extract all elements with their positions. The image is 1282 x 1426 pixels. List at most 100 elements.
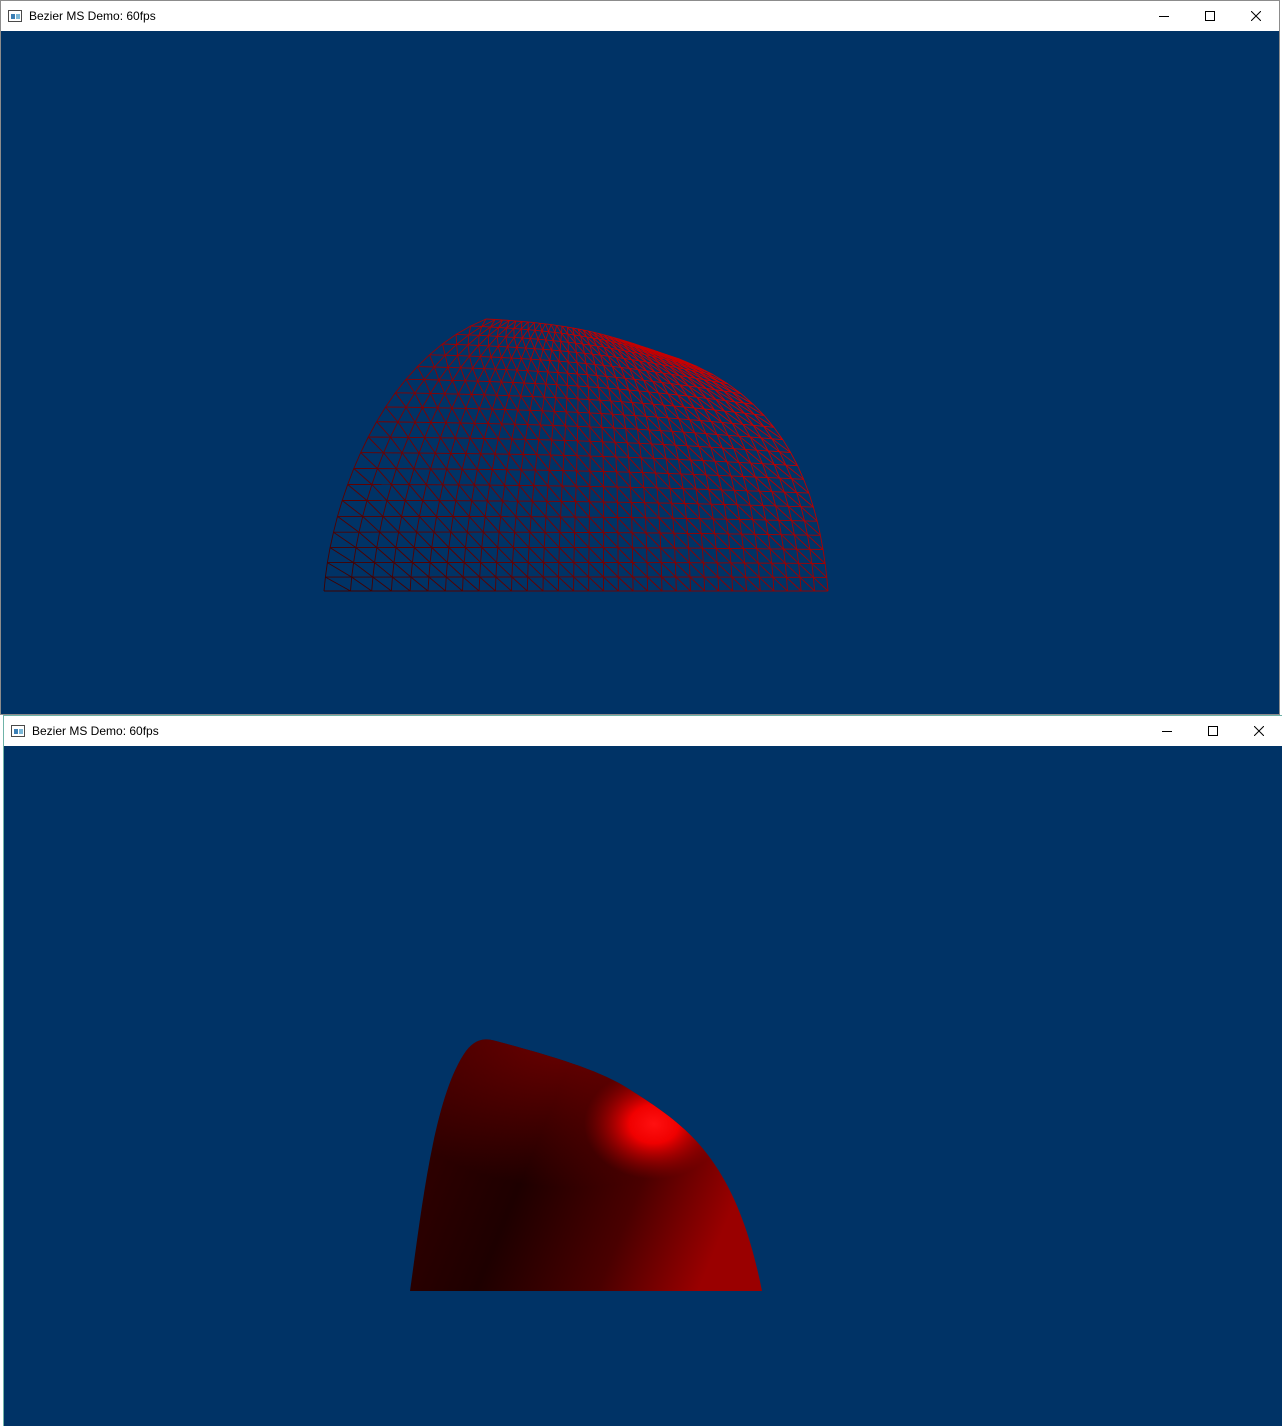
wire-edge	[360, 452, 378, 469]
wire-edge	[685, 518, 689, 534]
wire-edge	[496, 394, 506, 410]
wire-edge	[497, 423, 503, 439]
wireframe-window: Bezier MS Demo: 60fps	[0, 0, 1280, 715]
wire-edge	[567, 372, 579, 387]
wire-edge	[465, 453, 478, 470]
wire-edge	[461, 468, 475, 486]
wire-edge	[527, 322, 535, 330]
wire-edge	[515, 516, 531, 533]
title-bar[interactable]: Bezier MS Demo: 60fps	[4, 716, 1282, 746]
close-button[interactable]	[1233, 1, 1279, 31]
wire-edge	[489, 368, 496, 382]
wire-edge	[762, 463, 775, 465]
wire-edge	[556, 384, 568, 399]
wire-edge	[538, 439, 551, 456]
wire-edge	[734, 411, 744, 425]
close-button[interactable]	[1236, 716, 1282, 746]
wire-edge	[515, 501, 518, 517]
wire-edge	[374, 547, 378, 563]
wire-edge	[617, 517, 633, 534]
wire-edge	[496, 381, 502, 396]
wire-edge	[538, 424, 541, 440]
wire-edge	[771, 438, 791, 453]
wire-edge	[422, 393, 431, 408]
wire-edge	[741, 534, 744, 549]
wire-edge	[671, 430, 684, 433]
render-viewport[interactable]	[1, 31, 1279, 714]
wire-edge	[799, 576, 815, 592]
wire-edge	[376, 406, 386, 422]
wire-edge	[542, 410, 555, 412]
wire-edge	[520, 382, 525, 397]
wire-edge	[413, 468, 427, 485]
wire-edge	[447, 367, 453, 381]
wire-edge	[480, 562, 497, 578]
wire-edge	[549, 349, 553, 361]
minimize-button[interactable]	[1144, 716, 1190, 746]
wire-edge	[514, 409, 519, 425]
app-icon[interactable]	[8, 10, 22, 22]
wire-edge	[486, 485, 491, 501]
wire-edge	[729, 548, 745, 564]
wire-edge	[372, 562, 376, 578]
app-icon[interactable]	[11, 725, 25, 737]
wire-edge	[483, 423, 489, 439]
wire-edge	[656, 487, 659, 504]
wire-edge	[523, 370, 528, 384]
wire-edge	[455, 500, 470, 517]
wire-edge	[674, 562, 691, 578]
wire-edge	[545, 371, 549, 385]
render-viewport[interactable]	[4, 746, 1282, 1426]
wire-edge	[458, 469, 463, 485]
wire-edge	[351, 562, 355, 578]
wire-edge	[390, 468, 397, 485]
wire-edge	[601, 413, 613, 415]
wire-edge	[446, 453, 452, 470]
wire-edge	[445, 576, 463, 592]
maximize-button[interactable]	[1190, 716, 1236, 746]
wire-edge	[471, 394, 480, 410]
wire-edge	[547, 371, 558, 373]
wire-edge	[531, 485, 535, 502]
wire-edge	[395, 452, 403, 469]
wire-edge	[482, 516, 486, 533]
wire-edge	[539, 349, 544, 360]
wireframe-bezier-surface	[323, 318, 829, 592]
wire-edge	[757, 563, 760, 578]
wire-edge	[760, 437, 780, 453]
window-title: Bezier MS Demo: 60fps	[32, 724, 159, 738]
wire-edge	[755, 476, 768, 479]
wire-edge	[552, 425, 566, 441]
wire-edge	[629, 472, 631, 488]
wire-edge	[447, 562, 464, 578]
wire-edge	[552, 411, 555, 426]
wire-edge	[613, 427, 628, 444]
wire-edge	[542, 349, 551, 361]
wire-edge	[436, 500, 440, 517]
wire-edge	[630, 502, 646, 519]
minimize-button[interactable]	[1141, 1, 1187, 31]
title-bar[interactable]: Bezier MS Demo: 60fps	[1, 1, 1279, 31]
maximize-button[interactable]	[1187, 1, 1233, 31]
wire-edge	[687, 395, 695, 409]
wire-edge	[601, 427, 604, 442]
wire-edge	[675, 444, 688, 447]
wire-edge	[469, 423, 475, 439]
wire-edge	[501, 409, 506, 425]
wire-edge	[588, 547, 604, 563]
wire-edge	[551, 340, 554, 351]
wire-edge	[487, 408, 493, 424]
wire-edge	[447, 355, 459, 368]
wire-edge	[659, 532, 676, 549]
wire-edge	[687, 533, 703, 549]
wire-edge	[487, 423, 499, 440]
wire-edge	[520, 358, 528, 371]
wire-edge	[702, 562, 719, 578]
wire-edge	[451, 380, 459, 395]
minimize-icon	[1162, 731, 1172, 732]
wire-edge	[752, 424, 773, 440]
wire-edge	[714, 460, 727, 463]
wire-edge	[731, 423, 740, 437]
wire-edge	[577, 398, 590, 414]
wire-edge	[731, 576, 747, 592]
